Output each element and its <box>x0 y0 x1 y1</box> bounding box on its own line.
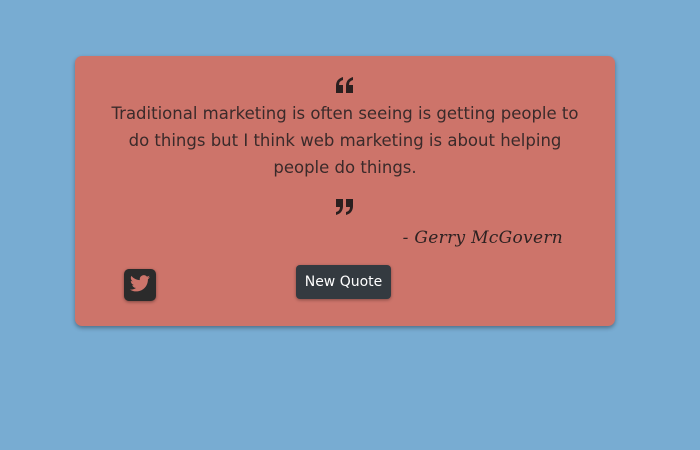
twitter-icon <box>130 274 150 296</box>
new-quote-button[interactable]: New Quote <box>296 265 391 299</box>
quote-text: Traditional marketing is often seeing is… <box>111 104 579 177</box>
quote-author: - Gerry McGovern <box>402 228 563 248</box>
quote-left-icon <box>75 77 615 95</box>
tweet-button[interactable] <box>124 269 156 301</box>
quote-card: Traditional marketing is often seeing is… <box>75 56 615 326</box>
quote-right-icon <box>75 199 615 217</box>
